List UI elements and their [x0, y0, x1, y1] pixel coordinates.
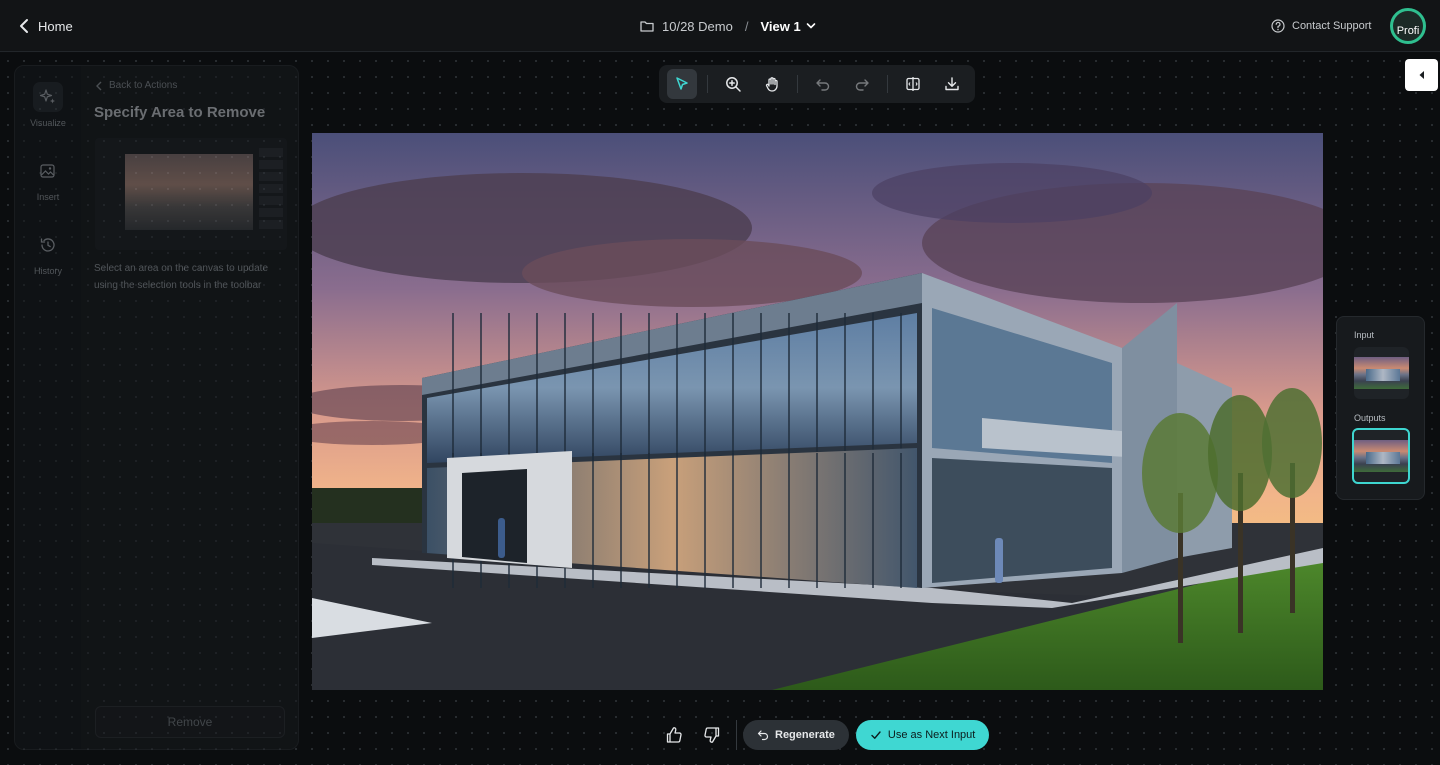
- pan-tool[interactable]: [757, 69, 787, 99]
- image-plus-icon: [33, 156, 63, 186]
- zoom-in-tool[interactable]: [718, 69, 748, 99]
- chevron-down-icon: [806, 23, 815, 29]
- toolbar-divider: [707, 75, 709, 93]
- use-as-next-input-button[interactable]: Use as Next Input: [855, 720, 990, 750]
- result-actions: Regenerate Use as Next Input: [660, 720, 990, 750]
- actions-panel: Visualize Insert History Back to Actions…: [14, 65, 299, 750]
- input-label: Input: [1354, 330, 1375, 340]
- undo-icon: [816, 79, 830, 91]
- outputs-label: Outputs: [1354, 413, 1386, 423]
- thumbnail-sidebar: [259, 148, 283, 232]
- home-label: Home: [38, 18, 73, 34]
- check-icon: [871, 731, 881, 739]
- hand-icon: [765, 76, 778, 92]
- rail-item-insert[interactable]: Insert: [15, 156, 81, 202]
- zoom-in-icon: [726, 76, 741, 92]
- rail-label-visualize: Visualize: [30, 118, 66, 128]
- thumbs-up-button[interactable]: [660, 721, 688, 749]
- regenerate-label: Regenerate: [775, 729, 835, 741]
- avatar-text: Profi: [1396, 25, 1420, 37]
- compare-tool[interactable]: [898, 69, 928, 99]
- chevron-left-icon: [20, 19, 28, 33]
- thumbs-down-button[interactable]: [698, 721, 726, 749]
- panel-title: Specify Area to Remove: [94, 104, 266, 121]
- instruction-thumbnail: [95, 138, 287, 250]
- use-next-label: Use as Next Input: [887, 729, 976, 741]
- folder-icon: [640, 21, 654, 32]
- redo-icon: [855, 79, 869, 91]
- select-tool[interactable]: [667, 69, 698, 99]
- rail-item-history[interactable]: History: [15, 230, 81, 276]
- input-thumbnail-image: [1354, 357, 1409, 389]
- contact-support-link[interactable]: Contact Support: [1271, 16, 1372, 36]
- output-thumbnail[interactable]: [1352, 428, 1410, 484]
- output-thumbnail-image: [1354, 440, 1408, 472]
- history-icon: [33, 230, 63, 260]
- undo-tool[interactable]: [808, 69, 838, 99]
- project-name[interactable]: 10/28 Demo: [662, 19, 733, 34]
- back-to-actions-link[interactable]: Back to Actions: [95, 80, 177, 91]
- collapse-panel-button[interactable]: [1405, 59, 1438, 91]
- view-name: View 1: [760, 18, 801, 34]
- helper-text: Select an area on the canvas to update u…: [94, 263, 269, 291]
- sparkle-icon: [33, 82, 63, 112]
- rail-label-history: History: [33, 266, 62, 276]
- avatar[interactable]: Profi: [1390, 8, 1426, 44]
- actions-divider: [736, 720, 737, 750]
- side-rail: Visualize Insert History: [15, 66, 81, 749]
- regenerate-button[interactable]: Regenerate: [743, 720, 849, 750]
- input-thumbnail[interactable]: [1354, 347, 1409, 399]
- canvas-toolbar: [659, 65, 975, 103]
- chevron-left-icon: [96, 81, 102, 90]
- thumbs-up-icon: [666, 727, 682, 743]
- thumbnail-screen: [125, 154, 253, 230]
- rail-item-visualize[interactable]: Visualize: [15, 82, 81, 128]
- building-render: [312, 133, 1323, 690]
- download-tool[interactable]: [937, 69, 967, 99]
- home-link[interactable]: Home: [18, 14, 73, 38]
- redo-tool[interactable]: [847, 69, 877, 99]
- view-selector[interactable]: View 1: [760, 19, 815, 34]
- breadcrumb: 10/28 Demo / View 1: [640, 14, 816, 38]
- back-label: Back to Actions: [109, 80, 178, 91]
- remove-button[interactable]: Remove: [95, 706, 285, 738]
- toolbar-divider: [887, 75, 889, 93]
- canvas-image[interactable]: [312, 133, 1323, 690]
- caret-left-icon: [1419, 71, 1424, 79]
- undo-arrow-icon: [757, 730, 769, 741]
- select-icon: [676, 77, 688, 90]
- input-output-panel: Input Outputs: [1336, 316, 1425, 500]
- help-circle-icon: [1271, 19, 1285, 33]
- thumbs-down-icon: [704, 727, 720, 743]
- download-icon: [945, 77, 959, 91]
- toolbar-divider: [797, 75, 799, 93]
- compare-icon: [906, 77, 920, 91]
- support-label: Contact Support: [1292, 20, 1372, 32]
- rail-label-insert: Insert: [36, 192, 60, 202]
- breadcrumb-separator: /: [744, 18, 749, 34]
- top-bar: Home 10/28 Demo / View 1 Contact Support…: [0, 0, 1440, 52]
